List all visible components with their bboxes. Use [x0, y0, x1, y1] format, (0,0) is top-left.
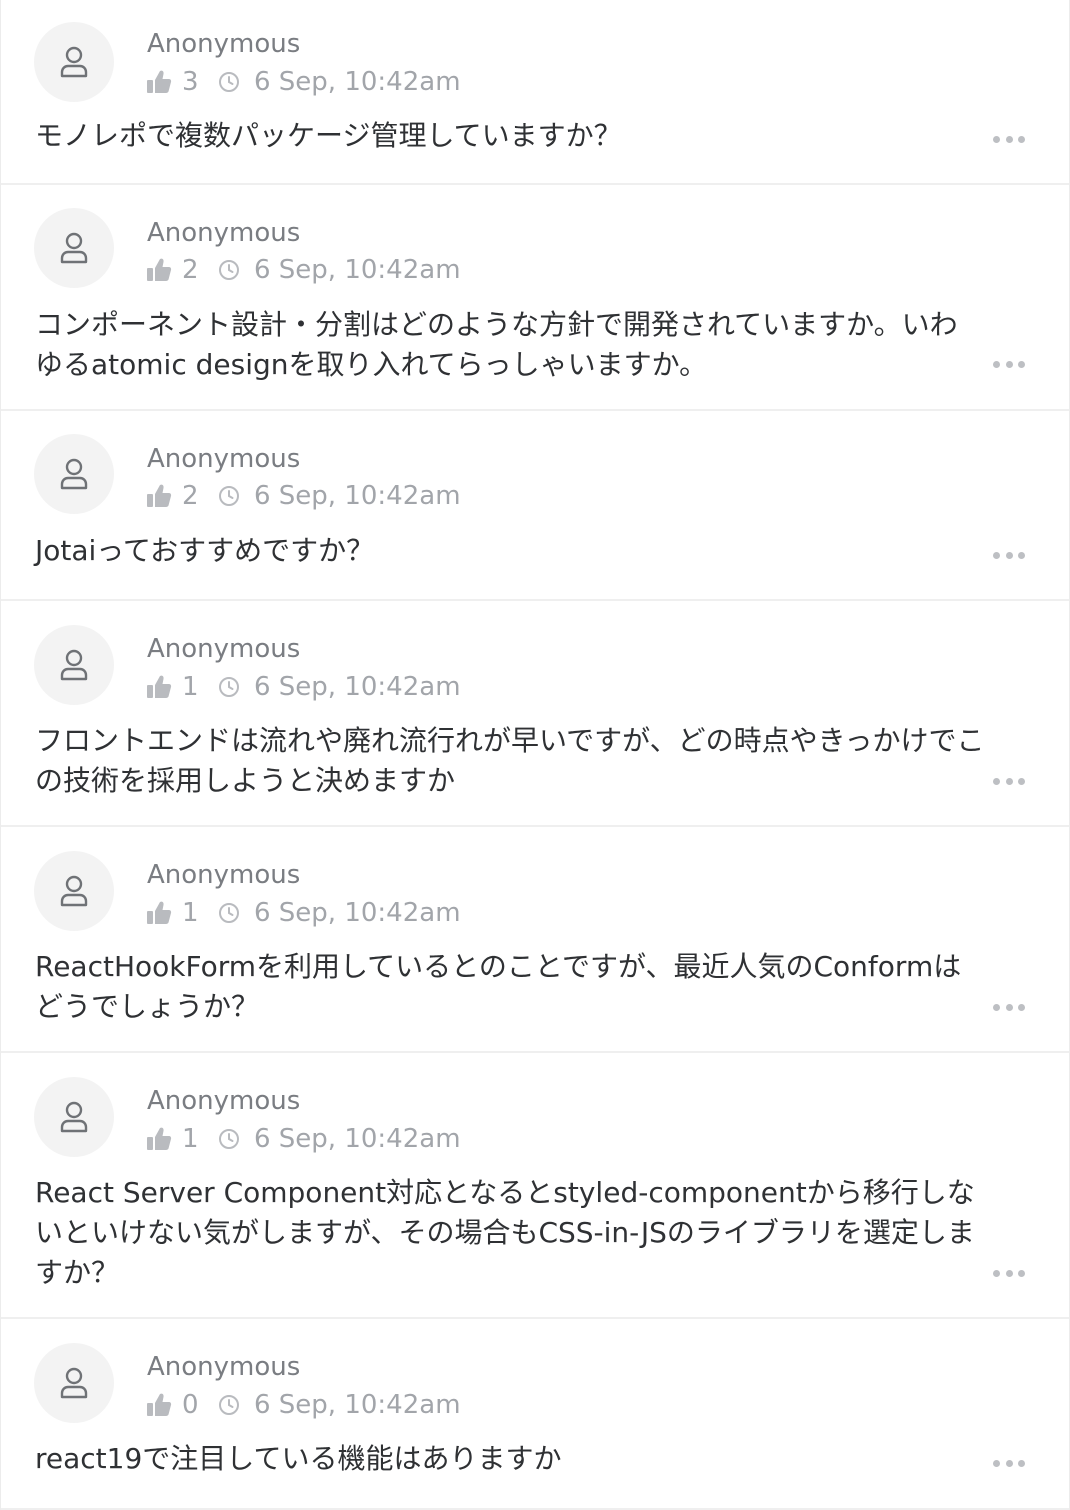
more-options-button[interactable]: [993, 131, 1025, 147]
question-text: React Server Component対応となるとstyled-compo…: [35, 1176, 975, 1289]
like-count: 2: [182, 255, 199, 285]
person-icon: [60, 875, 88, 907]
question-text: react19で注目している機能はありますか: [35, 1442, 562, 1475]
more-options-button[interactable]: [993, 547, 1025, 563]
author-name: Anonymous: [147, 1352, 301, 1382]
avatar: [34, 208, 114, 288]
author-name: Anonymous: [147, 218, 301, 248]
question-card: Anonymous 1 6 Sep, 10:42am React Server …: [1, 1053, 1069, 1319]
timestamp: 6 Sep, 10:42am: [254, 898, 461, 928]
avatar: [34, 851, 114, 931]
avatar: [34, 1343, 114, 1423]
like-count: 1: [182, 1124, 199, 1154]
question-card: Anonymous 3 6 Sep, 10:42am モノレポで複数パッケージ管…: [1, 0, 1069, 185]
question-card: Anonymous 2 6 Sep, 10:42am コンポーネント設計・分割は…: [1, 185, 1069, 411]
more-options-icon: [993, 551, 1000, 559]
timestamp: 6 Sep, 10:42am: [254, 1390, 461, 1420]
like-count: 2: [182, 481, 199, 511]
like-count: 1: [182, 898, 199, 928]
thumbs-up-icon[interactable]: [146, 1392, 172, 1418]
more-options-button[interactable]: [993, 999, 1025, 1015]
question-meta: 1 6 Sep, 10:42am: [146, 669, 461, 705]
clock-icon: [219, 677, 239, 697]
author-name: Anonymous: [147, 860, 301, 890]
clock-icon: [219, 260, 239, 280]
thumbs-up-icon[interactable]: [146, 483, 172, 509]
more-options-button[interactable]: [993, 773, 1025, 789]
thumbs-up-icon[interactable]: [146, 1126, 172, 1152]
more-options-icon: [993, 1269, 1000, 1277]
question-text: モノレポで複数パッケージ管理していますか？: [35, 119, 622, 152]
question-meta: 0 6 Sep, 10:42am: [146, 1387, 461, 1423]
author-name: Anonymous: [147, 444, 301, 474]
timestamp: 6 Sep, 10:42am: [254, 255, 461, 285]
question-feed: Anonymous 3 6 Sep, 10:42am モノレポで複数パッケージ管…: [0, 0, 1070, 1510]
question-card: Anonymous 1 6 Sep, 10:42am フロントエンドは流れや廃れ…: [1, 601, 1069, 827]
thumbs-up-icon[interactable]: [146, 69, 172, 95]
thumbs-up-icon[interactable]: [146, 257, 172, 283]
question-text: Jotaiっておすすめですか？: [35, 534, 375, 567]
thumbs-up-icon[interactable]: [146, 900, 172, 926]
question-card: Anonymous 2 6 Sep, 10:42am Jotaiっておすすめです…: [1, 411, 1069, 601]
person-icon: [60, 1101, 88, 1133]
timestamp: 6 Sep, 10:42am: [254, 1124, 461, 1154]
clock-icon: [219, 1395, 239, 1415]
like-count: 3: [182, 67, 199, 97]
author-name: Anonymous: [147, 634, 301, 664]
avatar: [34, 625, 114, 705]
author-name: Anonymous: [147, 29, 301, 59]
question-text: コンポーネント設計・分割はどのような方針で開発されていますか。いわゆるatomi…: [35, 308, 958, 381]
clock-icon: [219, 486, 239, 506]
more-options-button[interactable]: [993, 1265, 1025, 1281]
more-options-icon: [993, 135, 1000, 143]
clock-icon: [219, 1129, 239, 1149]
timestamp: 6 Sep, 10:42am: [254, 672, 461, 702]
more-options-button[interactable]: [993, 356, 1025, 372]
question-meta: 2 6 Sep, 10:42am: [146, 252, 461, 288]
timestamp: 6 Sep, 10:42am: [254, 67, 461, 97]
author-name: Anonymous: [147, 1086, 301, 1116]
timestamp: 6 Sep, 10:42am: [254, 481, 461, 511]
person-icon: [60, 46, 88, 78]
person-icon: [60, 649, 88, 681]
like-count: 0: [182, 1390, 199, 1420]
more-options-icon: [993, 777, 1000, 785]
question-meta: 1 6 Sep, 10:42am: [146, 895, 461, 931]
person-icon: [60, 232, 88, 264]
question-text: ReactHookFormを利用しているとのことですが、最近人気のConform…: [35, 950, 962, 1023]
person-icon: [60, 1367, 88, 1399]
like-count: 1: [182, 672, 199, 702]
more-options-button[interactable]: [993, 1455, 1025, 1471]
question-meta: 3 6 Sep, 10:42am: [146, 64, 461, 100]
avatar: [34, 22, 114, 102]
clock-icon: [219, 72, 239, 92]
question-meta: 2 6 Sep, 10:42am: [146, 478, 461, 514]
clock-icon: [219, 903, 239, 923]
avatar: [34, 1077, 114, 1157]
more-options-icon: [993, 360, 1000, 368]
more-options-icon: [993, 1003, 1000, 1011]
question-card: Anonymous 0 6 Sep, 10:42am react19で注目してい…: [1, 1319, 1069, 1510]
question-card: Anonymous 1 6 Sep, 10:42am ReactHookForm…: [1, 827, 1069, 1053]
thumbs-up-icon[interactable]: [146, 674, 172, 700]
more-options-icon: [993, 1459, 1000, 1467]
avatar: [34, 434, 114, 514]
person-icon: [60, 458, 88, 490]
question-text: フロントエンドは流れや廃れ流行れが早いですが、どの時点やきっかけでこの技術を採用…: [35, 724, 985, 797]
question-meta: 1 6 Sep, 10:42am: [146, 1121, 461, 1157]
